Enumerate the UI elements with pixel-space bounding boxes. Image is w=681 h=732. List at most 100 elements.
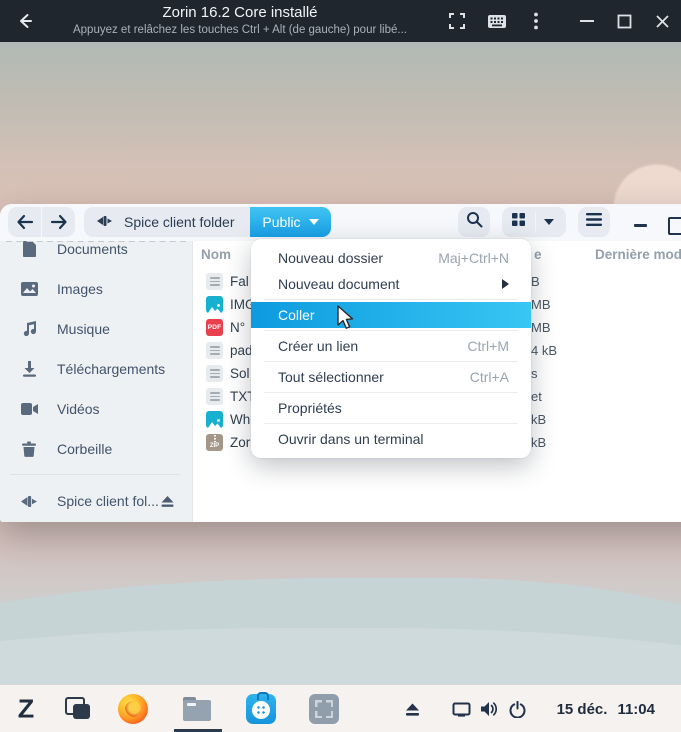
trash-icon (20, 440, 38, 458)
menu-item-tout-selectionner[interactable]: Tout sélectionner Ctrl+A (251, 364, 531, 390)
eject-button[interactable] (395, 692, 429, 726)
drive-icon (20, 492, 38, 510)
sidebar-item-label: Corbeille (57, 441, 112, 457)
zorin-menu-button[interactable]: Z (9, 692, 43, 726)
menu-item-label: Coller (278, 307, 509, 323)
keyboard-icon[interactable] (484, 8, 510, 34)
window-minimize-button[interactable] (634, 224, 647, 227)
viewer-titlebar: Zorin 16.2 Core installé Appuyez et relâ… (0, 0, 681, 42)
menu-item-proprietes[interactable]: Propriétés (251, 395, 531, 421)
sidebar-item-spice-client-folder[interactable]: Spice client fol... (0, 481, 192, 521)
software-store-button[interactable] (244, 692, 278, 726)
sidebar-item-label: Téléchargements (57, 361, 165, 377)
column-header-size[interactable]: e (534, 247, 542, 262)
menu-item-shortcut: Ctrl+A (470, 369, 509, 385)
zip-file-icon: ZIP (206, 434, 223, 451)
column-header-name[interactable]: Nom (201, 247, 231, 262)
file-name: pad (230, 343, 253, 358)
sidebar-item-music[interactable]: Musique (0, 309, 192, 349)
drop-indicator (6, 241, 186, 242)
submenu-arrow-icon (502, 279, 509, 289)
text-file-icon (206, 365, 223, 382)
divider (10, 474, 180, 475)
menu-item-shortcut: Maj+Ctrl+N (438, 250, 509, 266)
pathbar-current-label: Public (262, 214, 300, 230)
kebab-menu-icon[interactable] (523, 8, 549, 34)
fullscreen-icon[interactable] (444, 8, 470, 34)
window-maximize-button[interactable] (668, 217, 681, 235)
minimize-icon[interactable] (574, 8, 600, 34)
sidebar-list: Documents Images Musique (0, 241, 192, 469)
sidebar-item-images[interactable]: Images (0, 269, 192, 309)
column-header-modified[interactable]: Dernière modi (595, 247, 681, 262)
maximize-icon[interactable] (611, 8, 637, 34)
firefox-button[interactable] (116, 692, 150, 726)
search-button[interactable] (458, 207, 490, 237)
taskbar: Z 15 déc. 11:04 (0, 684, 681, 732)
file-name: Fal (230, 274, 249, 289)
file-size: B (531, 274, 540, 289)
screenshot-tool-icon (309, 694, 339, 724)
firefox-icon (118, 694, 148, 724)
pathbar-root-segment[interactable]: Spice client folder (84, 207, 250, 237)
menu-item-ouvrir-terminal[interactable]: Ouvrir dans un terminal (251, 426, 531, 452)
image-file-icon (206, 411, 223, 428)
display-icon (452, 702, 471, 717)
document-icon (20, 241, 38, 258)
power-button[interactable] (500, 692, 534, 726)
drive-icon (97, 214, 113, 231)
window-switcher-button[interactable] (61, 692, 95, 726)
menu-separator (264, 299, 518, 300)
screenshot-tool-button[interactable] (307, 692, 341, 726)
close-icon[interactable] (649, 8, 675, 34)
nav-back-button[interactable] (8, 207, 41, 237)
text-file-icon (206, 342, 223, 359)
menu-item-coller[interactable]: Coller (251, 302, 531, 328)
taskbar-clock[interactable]: 15 déc. 11:04 (557, 685, 655, 732)
viewer-subtitle: Appuyez et relâchez les touches Ctrl + A… (60, 22, 420, 38)
image-file-icon (206, 296, 223, 313)
pathbar-current-folder-button[interactable]: Public (250, 207, 331, 237)
sidebar-item-videos[interactable]: Vidéos (0, 389, 192, 429)
menu-item-creer-un-lien[interactable]: Créer un lien Ctrl+M (251, 333, 531, 359)
video-icon (20, 400, 38, 418)
menu-item-nouveau-document[interactable]: Nouveau document (251, 271, 531, 297)
sidebar-item-documents[interactable]: Documents (0, 241, 192, 269)
menu-item-label: Propriétés (278, 400, 509, 416)
file-size: et (531, 389, 542, 404)
eject-icon[interactable] (156, 490, 178, 512)
search-icon (466, 211, 483, 233)
text-file-icon (206, 388, 223, 405)
sidebar-item-downloads[interactable]: Téléchargements (0, 349, 192, 389)
menu-item-label: Nouveau document (278, 276, 502, 292)
back-arrow-icon[interactable] (12, 8, 38, 34)
volume-icon (480, 701, 498, 717)
menu-separator (264, 423, 518, 424)
pathbar-root-label: Spice client folder (124, 214, 235, 230)
menu-item-label: Ouvrir dans un terminal (278, 431, 509, 447)
viewer-title: Zorin 16.2 Core installé (60, 3, 420, 22)
taskbar-date: 15 déc. (557, 701, 608, 718)
view-mode-split-button[interactable] (502, 207, 566, 237)
sidebar-item-label: Documents (57, 241, 128, 257)
file-size: 4 kB (531, 343, 557, 358)
image-icon (20, 280, 38, 298)
screen: Zorin 16.2 Core installé Appuyez et relâ… (0, 0, 681, 732)
viewer-title-block: Zorin 16.2 Core installé Appuyez et relâ… (60, 3, 420, 38)
hamburger-menu-button[interactable] (578, 207, 610, 237)
mouse-cursor (336, 305, 358, 332)
sidebar-item-trash[interactable]: Corbeille (0, 429, 192, 469)
divider (535, 211, 536, 233)
sidebar-item-label: Images (57, 281, 103, 297)
nav-forward-button[interactable] (42, 207, 75, 237)
menu-item-nouveau-dossier[interactable]: Nouveau dossier Maj+Ctrl+N (251, 245, 531, 271)
eject-icon (404, 702, 421, 717)
chevron-down-icon (309, 219, 319, 225)
files-app-button[interactable] (180, 692, 214, 726)
menu-separator (264, 392, 518, 393)
dune-shape (0, 628, 681, 684)
software-store-icon (246, 694, 276, 724)
file-size: MB (531, 297, 551, 312)
folder-context-menu: Nouveau dossier Maj+Ctrl+N Nouveau docum… (251, 239, 531, 458)
chevron-down-icon (544, 219, 554, 225)
